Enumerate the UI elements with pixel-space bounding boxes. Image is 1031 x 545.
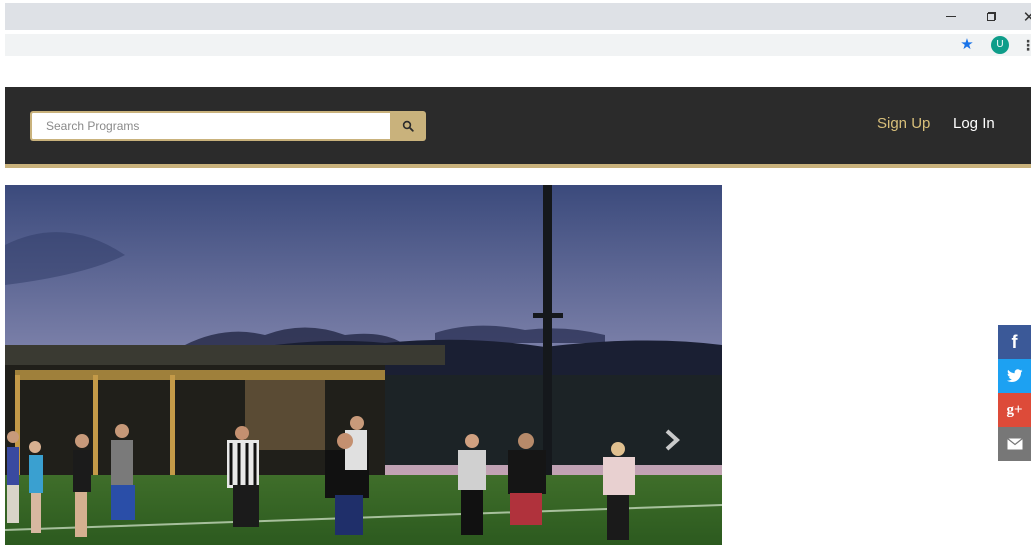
- minimize-button[interactable]: [931, 3, 971, 30]
- googleplus-share-button[interactable]: g+: [998, 393, 1031, 427]
- profile-avatar[interactable]: U: [991, 36, 1009, 54]
- restore-button[interactable]: [971, 3, 1011, 30]
- social-share-rail: f g+: [998, 325, 1031, 461]
- site-header: Sign Up Log In: [5, 87, 1031, 168]
- close-button[interactable]: ✕: [1009, 3, 1031, 30]
- browser-toolbar: ★ U ⋮: [5, 34, 1031, 56]
- log-in-link[interactable]: Log In: [953, 115, 995, 132]
- browser-menu-icon[interactable]: ⋮: [1021, 34, 1031, 56]
- twitter-share-button[interactable]: [998, 359, 1031, 393]
- carousel-next-button[interactable]: [660, 425, 684, 455]
- close-icon: ✕: [1022, 8, 1031, 26]
- minimize-icon: [946, 16, 956, 17]
- chevron-right-icon: [665, 429, 680, 451]
- envelope-icon: [1006, 438, 1023, 450]
- search-button[interactable]: [390, 111, 426, 141]
- sign-up-link[interactable]: Sign Up: [877, 115, 930, 132]
- search-bar: [30, 111, 426, 141]
- email-share-button[interactable]: [998, 427, 1031, 461]
- facebook-icon: f: [1011, 331, 1018, 352]
- search-icon: [402, 120, 414, 132]
- googleplus-icon: g+: [1006, 401, 1023, 418]
- hero-carousel: [5, 185, 722, 545]
- star-icon[interactable]: ★: [959, 34, 975, 56]
- twitter-bird-icon: [1006, 369, 1022, 382]
- hero-image: [5, 185, 722, 545]
- facebook-share-button[interactable]: f: [998, 325, 1031, 359]
- browser-title-bar: ✕: [5, 3, 1031, 30]
- restore-icon: [986, 12, 996, 21]
- search-input[interactable]: [30, 111, 390, 141]
